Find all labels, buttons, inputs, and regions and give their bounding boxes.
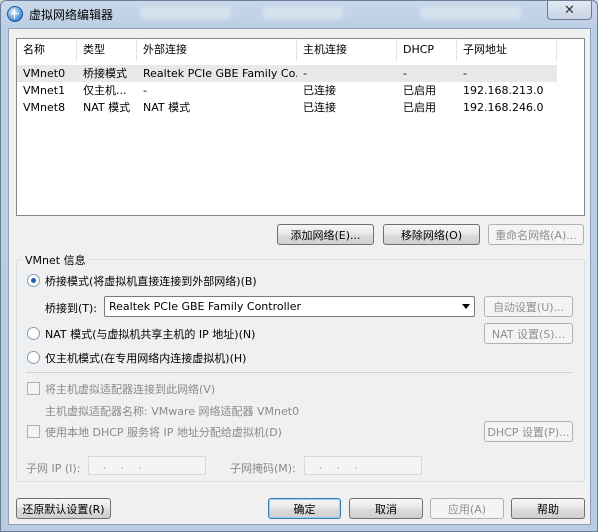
cell-host: 已连接 [303,84,336,97]
column-header-dhcp[interactable]: DHCP [397,39,457,61]
apply-button[interactable]: 应用(A) [430,498,504,519]
cell-type: NAT 模式 [83,101,131,114]
network-list[interactable]: 名称 类型 外部连接 主机连接 DHCP 子网地址 VMnet0 桥接模式 Re… [16,38,585,216]
close-button[interactable]: ✕ [547,1,592,20]
cell-external: Realtek PCIe GBE Family Co... [143,67,297,80]
vmnet-info-group: VMnet 信息 桥接模式(将虚拟机直接连接到外部网络)(B) 桥接到(T): … [16,252,585,482]
restore-defaults-button[interactable]: 还原默认设置(R) [16,498,111,519]
cell-name: VMnet0 [23,67,66,80]
cancel-button[interactable]: 取消 [349,498,423,519]
virtual-network-editor-window: 虚拟网络编辑器 ✕ 名称 类型 外部连接 主机连接 DHCP 子网地址 VMne… [0,0,598,532]
column-header-external[interactable]: 外部连接 [137,39,297,61]
cell-dhcp: - [403,67,407,80]
section-divider [26,372,573,373]
network-list-header: 名称 类型 外部连接 主机连接 DHCP 子网地址 [17,39,584,61]
cell-type: 桥接模式 [83,67,127,80]
add-network-button[interactable]: 添加网络(E)... [277,224,374,245]
blurred-background-text [141,7,231,19]
table-row[interactable]: VMnet1 仅主机... - 已连接 已启用 192.168.213.0 [17,82,557,99]
column-header-name[interactable]: 名称 [17,39,77,61]
cell-subnet: 192.168.213.0 [463,84,544,97]
cell-name: VMnet1 [23,84,66,97]
rename-network-button[interactable]: 重命名网络(A)... [488,224,584,245]
cell-dhcp: 已启用 [403,101,436,114]
column-header-host[interactable]: 主机连接 [297,39,397,61]
host-only-radio[interactable] [27,351,40,364]
subnet-ip-input[interactable]: ... [88,456,206,475]
bridged-to-label: 桥接到(T): [45,302,98,315]
host-only-label[interactable]: 仅主机模式(在专用网络内连接虚拟机)(H) [45,350,246,366]
subnet-mask-label: 子网掩码(M): [230,462,296,475]
ok-button[interactable]: 确定 [268,498,341,519]
dhcp-settings-button[interactable]: DHCP 设置(P)... [484,421,573,442]
cell-external: - [143,84,147,97]
table-row[interactable]: VMnet0 桥接模式 Realtek PCIe GBE Family Co..… [17,65,557,82]
adapter-name-label: 主机虚拟适配器名称: VMware 网络适配器 VMnet0 [45,405,300,418]
blurred-background-text [421,7,521,19]
cell-subnet: - [463,67,467,80]
column-header-type[interactable]: 类型 [77,39,137,61]
bridged-to-select[interactable]: Realtek PCIe GBE Family Controller [104,296,475,317]
window-title: 虚拟网络编辑器 [29,8,114,22]
bridged-mode-radio[interactable] [27,274,40,287]
network-globe-icon [7,6,23,22]
cell-host: - [303,67,307,80]
table-row[interactable]: VMnet8 NAT 模式 NAT 模式 已连接 已启用 192.168.246… [17,99,557,116]
connect-adapter-checkbox[interactable] [27,382,40,395]
cell-dhcp: 已启用 [403,84,436,97]
vmnet-info-label: VMnet 信息 [23,252,88,268]
subnet-mask-input[interactable]: ... [304,456,422,475]
cell-subnet: 192.168.246.0 [463,101,544,114]
auto-settings-button[interactable]: 自动设置(U)... [484,296,573,317]
nat-mode-radio[interactable] [27,327,40,340]
subnet-ip-label: 子网 IP (I): [26,462,81,475]
bridged-to-value: Realtek PCIe GBE Family Controller [109,300,302,313]
cell-type: 仅主机... [83,84,127,97]
close-icon: ✕ [564,2,575,18]
dhcp-service-label[interactable]: 使用本地 DHCP 服务将 IP 地址分配给虚拟机(D) [45,424,282,440]
help-button[interactable]: 帮助 [511,498,585,519]
bridged-mode-label[interactable]: 桥接模式(将虚拟机直接连接到外部网络)(B) [45,273,257,289]
nat-mode-label[interactable]: NAT 模式(与虚拟机共享主机的 IP 地址)(N) [45,326,255,342]
nat-settings-button[interactable]: NAT 设置(S)... [484,323,573,344]
chevron-down-icon [462,304,470,309]
connect-adapter-label[interactable]: 将主机虚拟适配器连接到此网络(V) [45,381,215,397]
dhcp-service-checkbox[interactable] [27,425,40,438]
dialog-client-area: 名称 类型 外部连接 主机连接 DHCP 子网地址 VMnet0 桥接模式 Re… [8,28,591,525]
blurred-background-text [263,7,343,19]
cell-name: VMnet8 [23,101,66,114]
column-header-subnet[interactable]: 子网地址 [457,39,557,61]
title-bar[interactable]: 虚拟网络编辑器 ✕ [1,1,597,28]
remove-network-button[interactable]: 移除网络(O) [383,224,480,245]
cell-external: NAT 模式 [143,101,191,114]
cell-host: 已连接 [303,101,336,114]
